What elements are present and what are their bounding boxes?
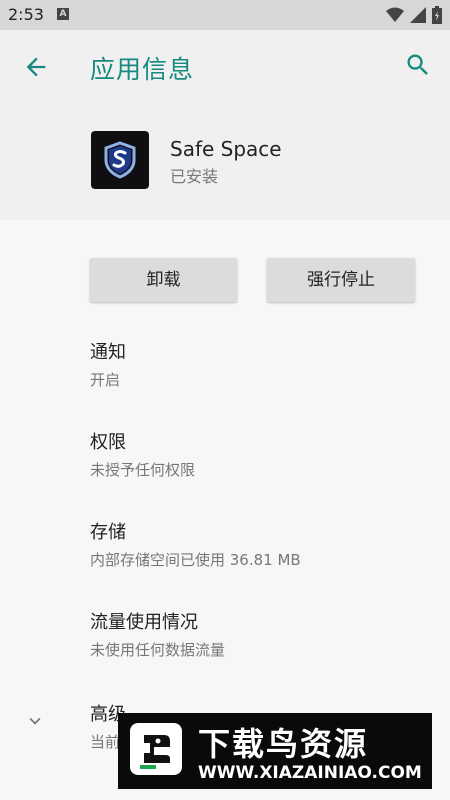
watermark-banner: 下载鸟资源 WWW.XIAZAINIAO.COM (118, 713, 432, 789)
accessibility-a-icon: A (57, 8, 69, 20)
watermark-bird-logo (130, 723, 182, 775)
app-header: Safe Space 已安装 (0, 104, 450, 220)
setting-title: 权限 (90, 432, 126, 453)
bird-logo-icon (140, 735, 170, 769)
watermark-title: 下载鸟资源 (198, 725, 369, 763)
status-icons (386, 6, 442, 24)
setting-item-data-usage[interactable]: 流量使用情况 未使用任何数据流量 (90, 608, 225, 660)
setting-title: 流量使用情况 (90, 612, 198, 633)
setting-subtitle: 未使用任何数据流量 (90, 641, 226, 659)
setting-subtitle: 未授予任何权限 (90, 461, 196, 479)
setting-item-permissions[interactable]: 权限 未授予任何权限 (90, 428, 195, 480)
force-stop-button[interactable]: 强行停止 (267, 258, 415, 302)
setting-item-notifications[interactable]: 通知 开启 (90, 338, 126, 390)
setting-title: 通知 (90, 342, 126, 363)
app-icon (91, 131, 149, 189)
status-bar: 2:53 A (0, 0, 450, 30)
app-name: Safe Space (170, 137, 282, 161)
status-time: 2:53 (8, 5, 44, 24)
wifi-icon (386, 7, 404, 22)
setting-subtitle: 开启 (90, 371, 121, 389)
uninstall-button[interactable]: 卸载 (90, 258, 237, 302)
shield-s-icon (104, 141, 136, 179)
back-arrow-icon[interactable] (22, 53, 50, 81)
signal-icon (410, 7, 426, 23)
setting-item-storage[interactable]: 存储 内部存储空间已使用 36.81 MB (90, 518, 301, 570)
app-bar: 应用信息 (0, 30, 450, 104)
watermark-url: WWW.XIAZAINIAO.COM (198, 763, 422, 783)
setting-title: 存储 (90, 522, 126, 543)
page-title: 应用信息 (90, 55, 195, 84)
search-icon[interactable] (404, 51, 432, 79)
setting-subtitle: 内部存储空间已使用 36.81 MB (90, 551, 301, 569)
battery-icon (432, 6, 442, 24)
chevron-down-icon[interactable] (24, 710, 46, 732)
app-install-status: 已安装 (170, 167, 219, 186)
